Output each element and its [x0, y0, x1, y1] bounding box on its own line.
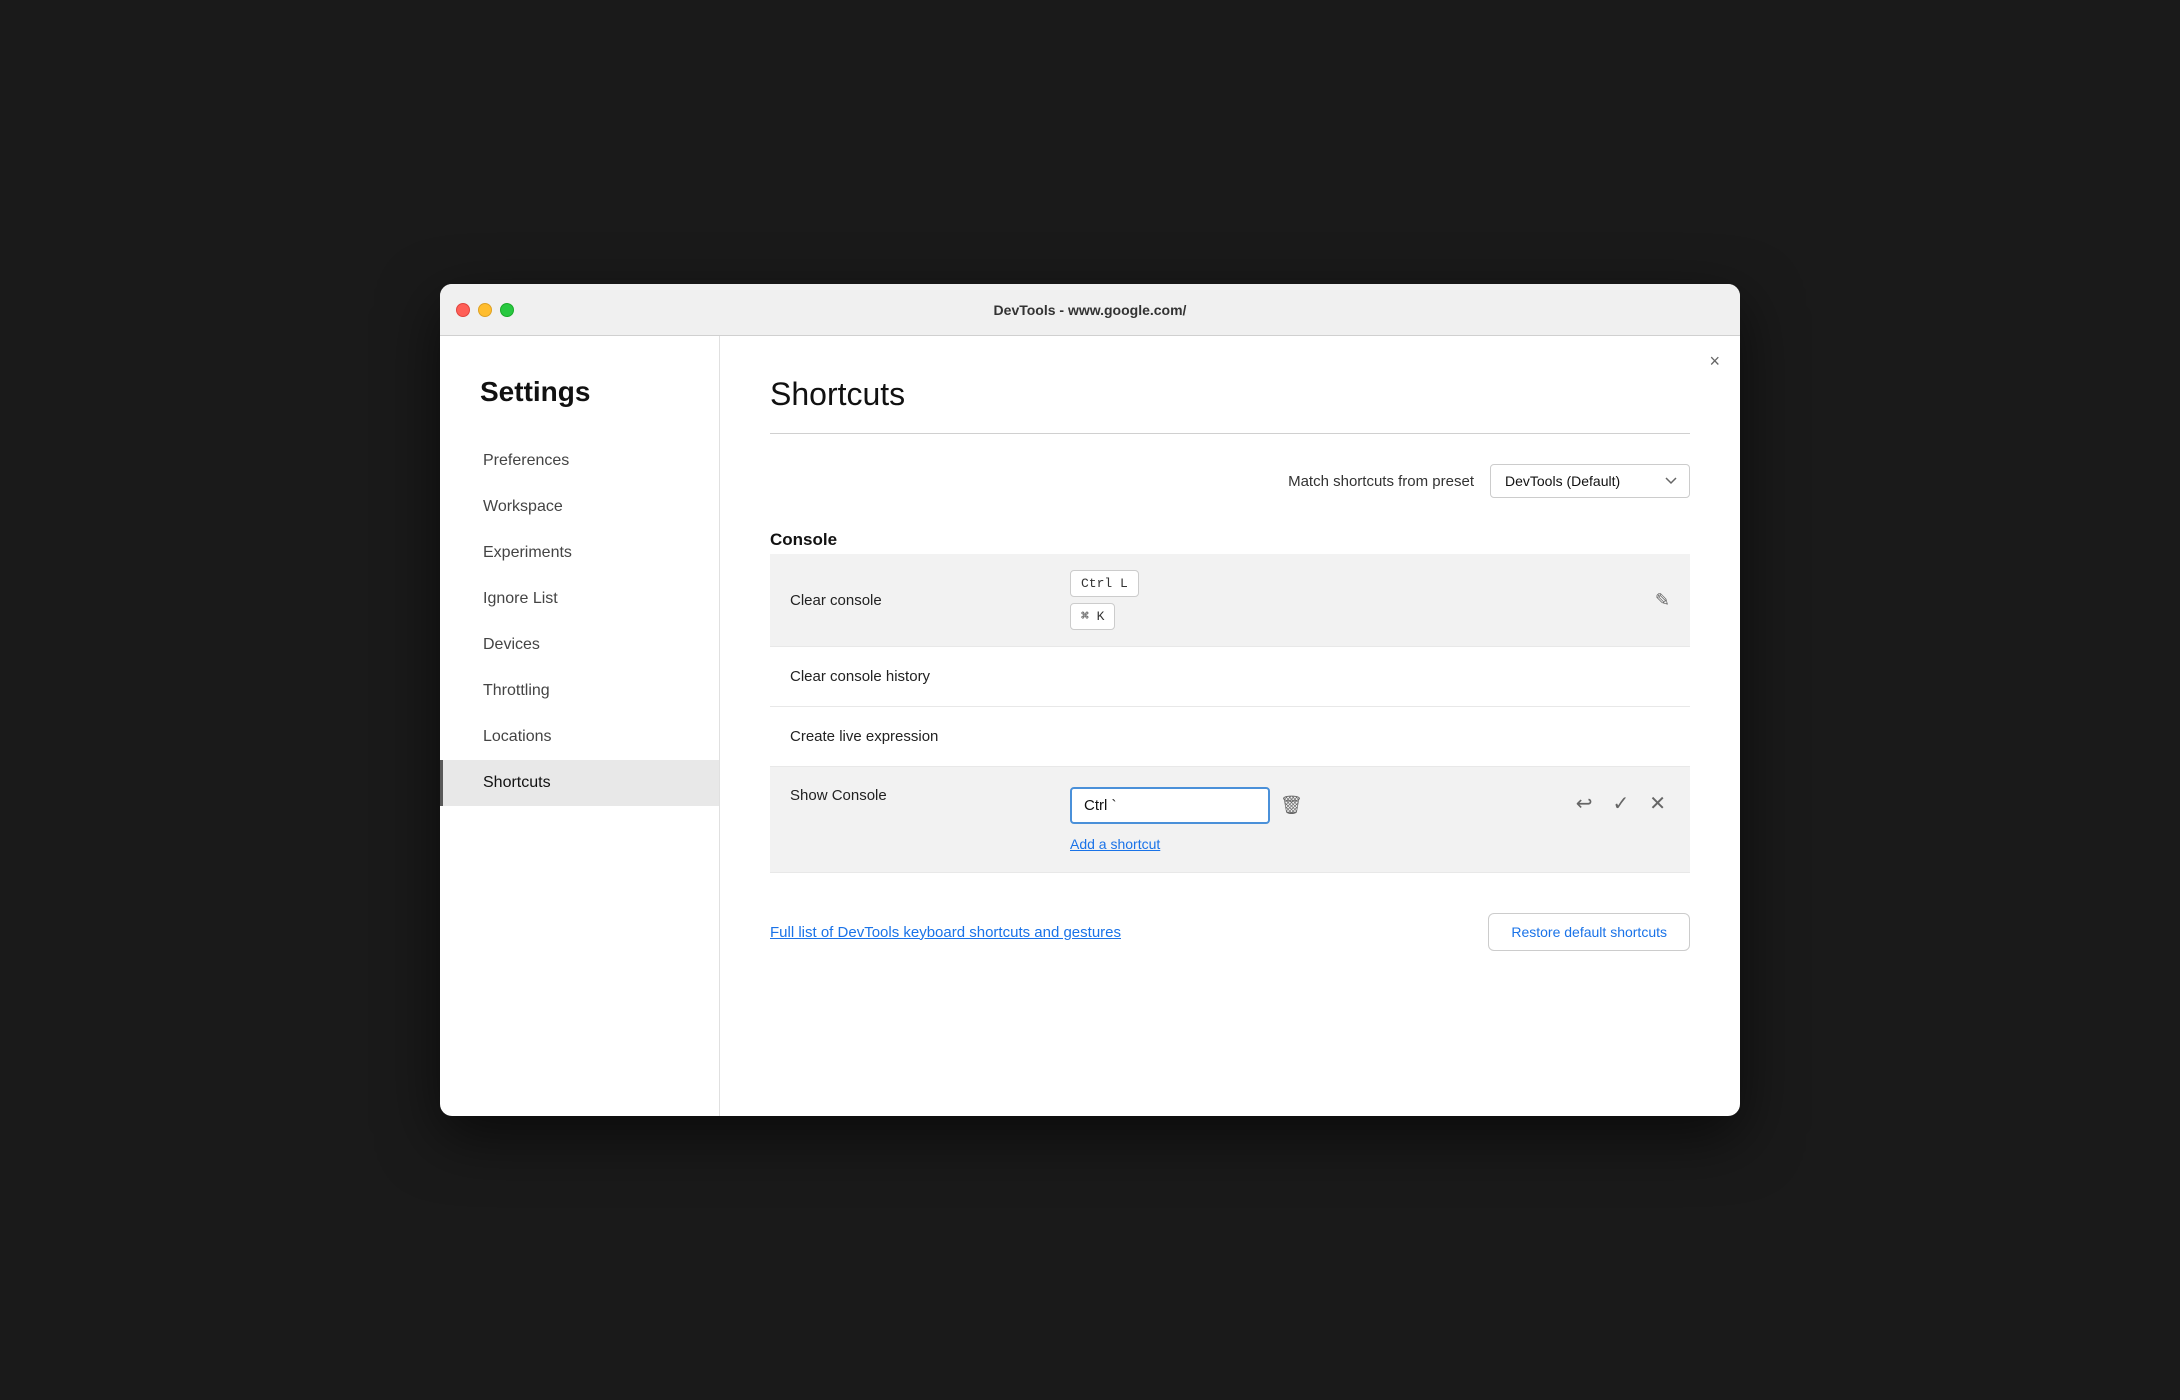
sidebar: Settings Preferences Workspace Experimen…	[440, 336, 720, 1116]
cancel-edit-button[interactable]: ✕	[1645, 787, 1670, 820]
undo-button[interactable]: ↩	[1572, 787, 1597, 820]
edit-pencil-icon[interactable]: ✎	[1655, 590, 1670, 611]
window-title: DevTools - www.google.com/	[994, 302, 1187, 318]
shortcut-name-show-console: Show Console	[790, 787, 1070, 804]
title-bar: DevTools - www.google.com/	[440, 284, 1740, 336]
full-list-link[interactable]: Full list of DevTools keyboard shortcuts…	[770, 924, 1121, 941]
restore-defaults-button[interactable]: Restore default shortcuts	[1488, 913, 1690, 951]
edit-actions: ↩ ✓ ✕	[1572, 787, 1670, 820]
preset-label: Match shortcuts from preset	[1288, 473, 1474, 490]
footer-row: Full list of DevTools keyboard shortcuts…	[770, 903, 1690, 951]
window-content: × Settings Preferences Workspace Experim…	[440, 336, 1740, 1116]
section-console-title: Console	[770, 530, 1690, 550]
sidebar-item-experiments[interactable]: Experiments	[440, 530, 719, 576]
key-badge-ctrl-l: Ctrl L	[1070, 570, 1139, 597]
devtools-window: DevTools - www.google.com/ × Settings Pr…	[440, 284, 1740, 1116]
key-badge-cmd-k: ⌘ K	[1070, 603, 1115, 630]
shortcut-input[interactable]	[1070, 787, 1270, 824]
edit-row-content: Show Console 🗑 Add a shortcut ↩ ✓ ✕	[790, 783, 1670, 856]
shortcut-row-clear-history: Clear console history	[770, 647, 1690, 707]
sidebar-item-shortcuts[interactable]: Shortcuts	[440, 760, 719, 806]
main-content: Shortcuts Match shortcuts from preset De…	[720, 336, 1740, 1116]
sidebar-item-devices[interactable]: Devices	[440, 622, 719, 668]
close-button[interactable]: ×	[1709, 352, 1720, 370]
shortcut-edit-area: 🗑 Add a shortcut	[1070, 787, 1572, 852]
page-title: Shortcuts	[770, 376, 1690, 413]
add-shortcut-link[interactable]: Add a shortcut	[1070, 836, 1572, 852]
title-divider	[770, 433, 1690, 434]
preset-select[interactable]: DevTools (Default) Visual Studio Code	[1490, 464, 1690, 498]
shortcut-keys-clear-console: Ctrl L ⌘ K	[1070, 570, 1655, 630]
sidebar-item-locations[interactable]: Locations	[440, 714, 719, 760]
sidebar-item-workspace[interactable]: Workspace	[440, 484, 719, 530]
shortcut-name-clear-history: Clear console history	[790, 668, 1070, 685]
sidebar-heading: Settings	[440, 376, 719, 438]
confirm-button[interactable]: ✓	[1608, 787, 1633, 820]
maximize-traffic-light[interactable]	[500, 303, 514, 317]
shortcut-name-clear-console: Clear console	[790, 592, 1070, 609]
close-traffic-light[interactable]	[456, 303, 470, 317]
shortcut-row-live-expression: Create live expression	[770, 707, 1690, 767]
shortcut-row-clear-console: Clear console Ctrl L ⌘ K ✎	[770, 554, 1690, 647]
shortcut-name-live-expression: Create live expression	[790, 728, 1070, 745]
traffic-lights	[456, 303, 514, 317]
delete-trash-icon[interactable]: 🗑	[1280, 795, 1303, 816]
shortcut-input-row: 🗑	[1070, 787, 1572, 824]
minimize-traffic-light[interactable]	[478, 303, 492, 317]
sidebar-item-preferences[interactable]: Preferences	[440, 438, 719, 484]
sidebar-item-throttling[interactable]: Throttling	[440, 668, 719, 714]
preset-row: Match shortcuts from preset DevTools (De…	[770, 464, 1690, 498]
shortcut-row-show-console: Show Console 🗑 Add a shortcut ↩ ✓ ✕	[770, 767, 1690, 873]
sidebar-item-ignore-list[interactable]: Ignore List	[440, 576, 719, 622]
